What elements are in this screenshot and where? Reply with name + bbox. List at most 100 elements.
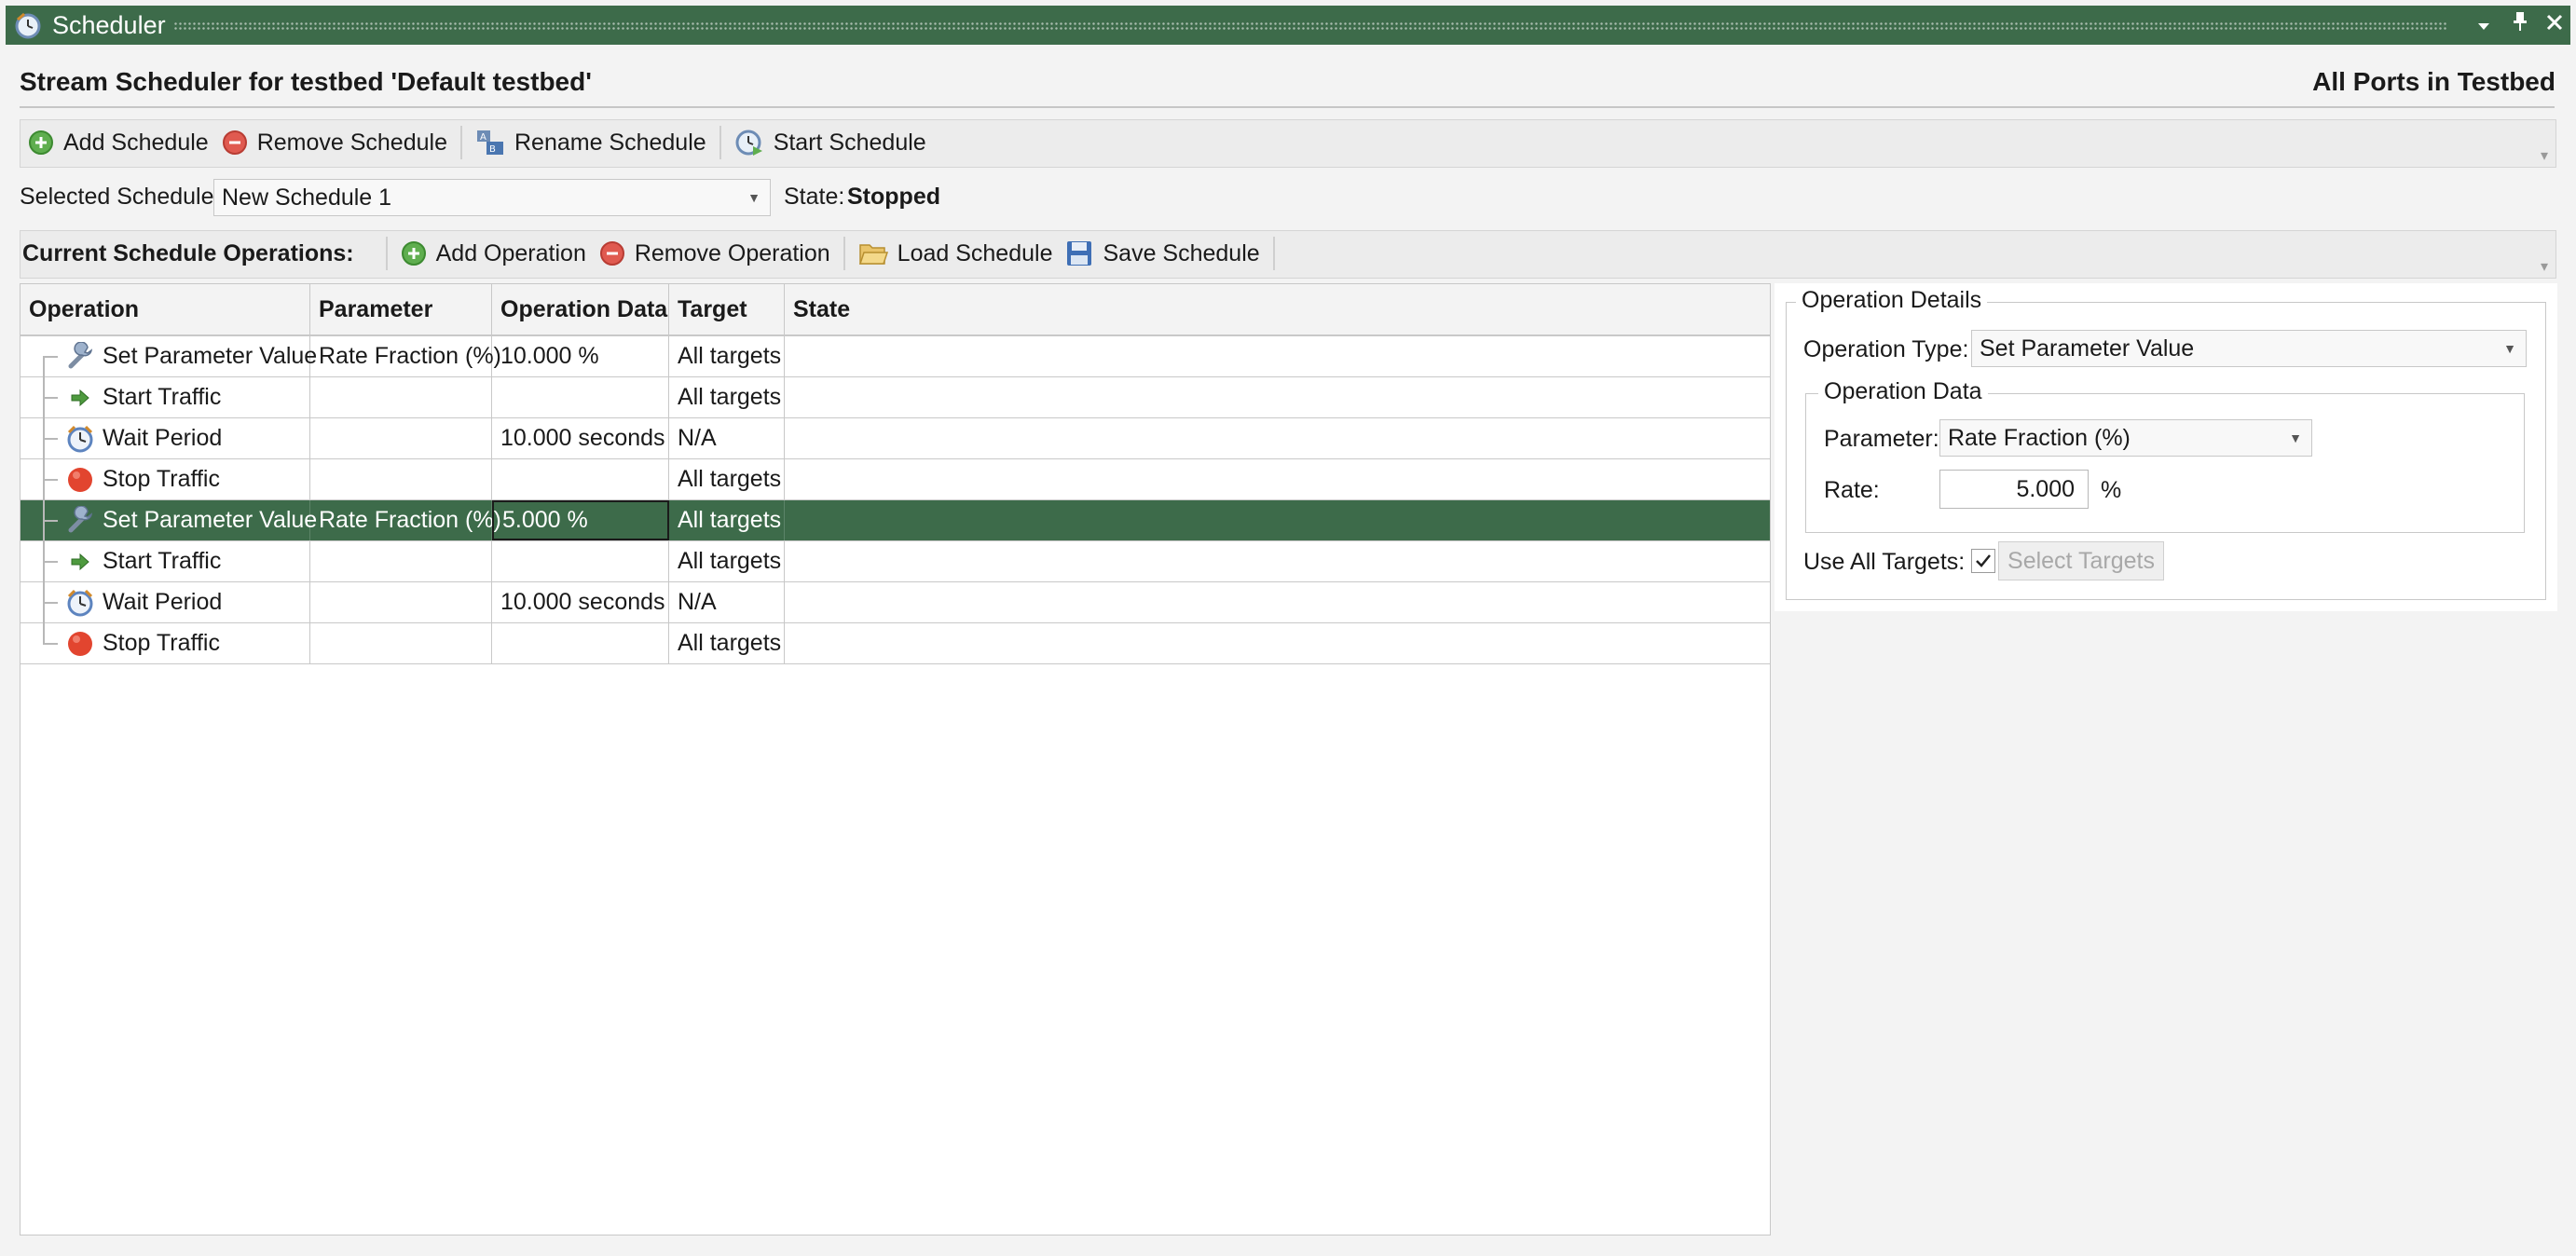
cell-operation-data[interactable]: 10.000 % xyxy=(492,336,669,376)
add-operation-button[interactable]: Add Operation xyxy=(401,235,586,272)
table-row[interactable]: Wait Period 10.000 seconds N/A xyxy=(21,418,1770,459)
cell-target[interactable]: All targets xyxy=(669,541,785,581)
pin-button[interactable] xyxy=(2506,9,2534,41)
toolbar-separator xyxy=(1272,237,1275,270)
add-operation-label: Add Operation xyxy=(435,239,586,266)
table-row[interactable]: Set Parameter Value Rate Fraction (%) 10.0… xyxy=(21,336,1770,377)
cell-target[interactable]: All targets xyxy=(669,459,785,499)
operations-grid[interactable]: Operation Parameter Operation Data Targe… xyxy=(20,283,1771,1236)
cell-target[interactable]: All targets xyxy=(669,500,785,540)
cell-operation-data[interactable] xyxy=(492,623,669,663)
cell-target[interactable]: N/A xyxy=(669,418,785,458)
toolbar-separator xyxy=(719,126,721,159)
load-schedule-button[interactable]: Load Schedule xyxy=(858,235,1052,272)
cell-state[interactable] xyxy=(785,459,1770,499)
add-green-icon xyxy=(29,130,53,155)
cell-target[interactable]: N/A xyxy=(669,582,785,622)
cell-parameter[interactable] xyxy=(310,582,492,622)
table-row[interactable]: Stop Traffic All targets xyxy=(21,623,1770,664)
save-schedule-button[interactable]: Save Schedule xyxy=(1065,235,1260,272)
rate-input[interactable]: 5.000 xyxy=(1939,470,2089,509)
column-header-operation[interactable]: Operation xyxy=(21,284,310,334)
header-divider xyxy=(20,106,2555,108)
cell-state[interactable] xyxy=(785,582,1770,622)
select-targets-button[interactable]: Select Targets xyxy=(1998,541,2164,580)
selected-schedule-value: New Schedule 1 xyxy=(222,184,392,211)
cell-operation-text: Stop Traffic xyxy=(103,630,220,656)
remove-operation-button[interactable]: Remove Operation xyxy=(599,235,830,272)
cell-state[interactable] xyxy=(785,500,1770,540)
table-row[interactable]: Wait Period 10.000 seconds N/A xyxy=(21,582,1770,623)
cell-target-text: N/A xyxy=(678,589,717,615)
table-row[interactable]: Start Traffic All targets xyxy=(21,377,1770,418)
cell-state[interactable] xyxy=(785,541,1770,581)
cell-operation-data[interactable] xyxy=(492,541,669,581)
table-row[interactable]: Stop Traffic All targets xyxy=(21,459,1770,500)
cell-operation-data[interactable]: 10.000 seconds xyxy=(492,418,669,458)
floppy-disk-icon xyxy=(1067,241,1092,266)
cell-parameter[interactable]: Rate Fraction (%) xyxy=(310,336,501,376)
cell-operation[interactable]: Set Parameter Value xyxy=(21,336,317,377)
cell-parameter[interactable] xyxy=(310,623,492,663)
cell-state[interactable] xyxy=(785,418,1770,458)
column-header-state[interactable]: State xyxy=(785,284,1770,334)
rename-icon: AB xyxy=(476,130,503,155)
cell-target-text: All targets xyxy=(678,343,782,369)
add-schedule-button[interactable]: Add Schedule xyxy=(28,124,209,161)
stop-red-icon xyxy=(65,629,95,659)
window-title: Scheduler xyxy=(52,11,166,39)
parameter-value: Rate Fraction (%) xyxy=(1948,424,2131,451)
scope-label: All Ports in Testbed xyxy=(2312,67,2555,96)
cell-state[interactable] xyxy=(785,336,1770,376)
cell-parameter[interactable] xyxy=(310,459,492,499)
column-header-target[interactable]: Target xyxy=(669,284,785,334)
column-header-operation-data[interactable]: Operation Data xyxy=(492,284,669,334)
table-row-selected[interactable]: Set Parameter Value Rate Fraction (%) 5.00… xyxy=(21,500,1770,541)
toolbar-overflow-icon[interactable]: ▾ xyxy=(2541,257,2548,276)
operation-type-value: Set Parameter Value xyxy=(1980,334,2195,362)
cell-operation-data[interactable]: 10.000 seconds xyxy=(492,582,669,622)
cell-operation[interactable]: Stop Traffic xyxy=(21,459,310,500)
cell-target[interactable]: All targets xyxy=(669,623,785,663)
use-all-targets-checkbox[interactable] xyxy=(1971,549,1995,573)
cell-target[interactable]: All targets xyxy=(669,336,785,376)
cell-parameter[interactable] xyxy=(310,541,492,581)
cell-operation[interactable]: Wait Period xyxy=(21,418,310,459)
cell-operation[interactable]: Stop Traffic xyxy=(21,623,310,663)
toolbar-overflow-icon[interactable]: ▾ xyxy=(2541,146,2548,165)
cell-operation[interactable]: Start Traffic xyxy=(21,541,310,582)
cell-operation[interactable]: Start Traffic xyxy=(21,377,310,418)
checkmark-icon xyxy=(1976,554,1991,567)
cell-parameter[interactable]: Rate Fraction (%) xyxy=(310,500,501,540)
cell-operation-text: Set Parameter Value xyxy=(103,343,318,369)
operation-type-dropdown[interactable]: Set Parameter Value ▼ xyxy=(1971,330,2527,367)
start-schedule-icon xyxy=(735,130,762,156)
rename-schedule-button[interactable]: AB Rename Schedule xyxy=(475,124,706,161)
cell-operation[interactable]: Set Parameter Value xyxy=(21,500,317,541)
titlebar-drag-grip[interactable] xyxy=(173,21,2447,31)
table-row[interactable]: Start Traffic All targets xyxy=(21,541,1770,582)
close-button[interactable] xyxy=(2541,9,2569,41)
cell-state[interactable] xyxy=(785,377,1770,417)
window-menu-button[interactable] xyxy=(2470,9,2498,41)
selected-schedule-dropdown[interactable]: New Schedule 1 ▼ xyxy=(213,179,771,216)
cell-target-text: All targets xyxy=(678,384,782,410)
pin-icon xyxy=(2514,12,2527,31)
cell-operation-data[interactable]: 5.000 % xyxy=(492,500,669,540)
schedule-toolbar: Add Schedule Remove Schedule AB Rename S… xyxy=(20,119,2556,168)
column-header-parameter[interactable]: Parameter xyxy=(310,284,492,334)
chevron-down-icon: ▼ xyxy=(747,190,760,205)
cell-parameter-text: Rate Fraction (%) xyxy=(319,343,501,369)
cell-operation[interactable]: Wait Period xyxy=(21,582,310,623)
cell-parameter[interactable] xyxy=(310,418,492,458)
titlebar-bar[interactable]: Scheduler xyxy=(6,6,2570,45)
remove-schedule-button[interactable]: Remove Schedule xyxy=(222,124,447,161)
cell-target[interactable]: All targets xyxy=(669,377,785,417)
start-schedule-button[interactable]: Start Schedule xyxy=(734,124,926,161)
cell-state[interactable] xyxy=(785,623,1770,663)
cell-parameter[interactable] xyxy=(310,377,492,417)
parameter-dropdown[interactable]: Rate Fraction (%) ▼ xyxy=(1939,419,2312,457)
svg-text:B: B xyxy=(489,144,496,155)
cell-operation-data[interactable] xyxy=(492,377,669,417)
cell-operation-data[interactable] xyxy=(492,459,669,499)
